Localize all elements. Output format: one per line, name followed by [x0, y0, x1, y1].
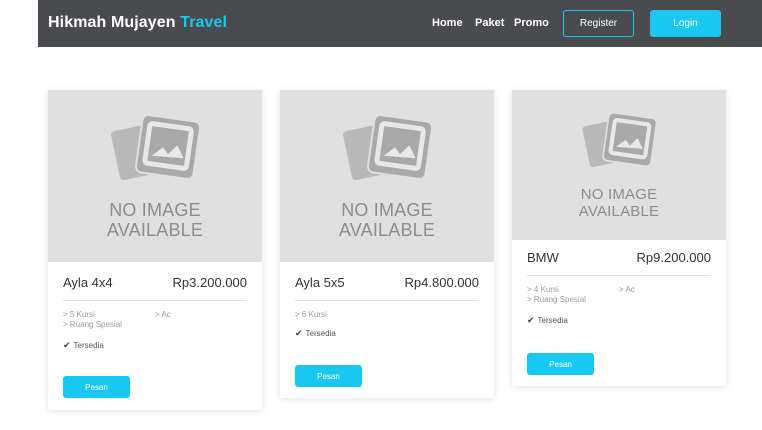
availability-status: ✔ Tersedia	[527, 315, 711, 326]
no-image-line2: AVAILABLE	[106, 220, 204, 240]
no-image-placeholder: NO IMAGE AVAILABLE	[512, 90, 726, 240]
feature-item: > 6 Kursi	[295, 310, 327, 319]
card-body: Ayla 4x4 Rp3.200.000 > 5 Kursi > Ruang S…	[63, 275, 247, 351]
car-price: Rp4.800.000	[404, 275, 479, 290]
pesan-button[interactable]: Pesan	[527, 353, 594, 375]
no-image-placeholder: NO IMAGE AVAILABLE	[280, 90, 494, 262]
brand-name: Hikmah Mujayen	[48, 14, 176, 31]
status-label: Tersedia	[305, 329, 336, 338]
availability-status: ✔ Tersedia	[63, 340, 247, 351]
divider	[295, 300, 479, 301]
no-image-line1: NO IMAGE	[109, 200, 201, 220]
login-button[interactable]: Login	[650, 10, 721, 37]
pesan-button[interactable]: Pesan	[295, 365, 362, 387]
photo-placeholder-icon	[343, 114, 433, 181]
car-name: BMW	[527, 250, 559, 265]
photo-placeholder-icon	[582, 112, 658, 168]
car-price: Rp3.200.000	[172, 275, 247, 290]
car-card-ayla-4x4: NO IMAGE AVAILABLE Ayla 4x4 Rp3.200.000 …	[48, 90, 262, 410]
brand-logo[interactable]: Hikmah Mujayen Travel	[48, 14, 227, 32]
check-icon: ✔	[295, 328, 303, 338]
status-label: Tersedia	[537, 316, 568, 325]
photo-placeholder-icon	[111, 114, 201, 181]
no-image-line2: AVAILABLE	[338, 220, 436, 240]
brand-accent: Travel	[180, 14, 228, 31]
no-image-line1: NO IMAGE	[580, 186, 658, 203]
features-list: > 5 Kursi > Ruang Spesial > Ac	[63, 310, 247, 336]
feature-item: > Ac	[155, 310, 171, 319]
car-name: Ayla 5x5	[295, 275, 345, 290]
car-name: Ayla 4x4	[63, 275, 113, 290]
card-body: Ayla 5x5 Rp4.800.000 > 6 Kursi ✔ Tersedi…	[295, 275, 479, 339]
feature-item: > 5 Kursi	[63, 310, 95, 319]
availability-status: ✔ Tersedia	[295, 328, 479, 339]
car-price: Rp9.200.000	[636, 250, 711, 265]
car-card-ayla-5x5: NO IMAGE AVAILABLE Ayla 5x5 Rp4.800.000 …	[280, 90, 494, 398]
nav-promo-link[interactable]: Promo	[514, 17, 549, 29]
features-list: > 6 Kursi	[295, 310, 479, 324]
nav-paket-link[interactable]: Paket	[475, 17, 504, 29]
check-icon: ✔	[527, 315, 535, 325]
no-image-placeholder: NO IMAGE AVAILABLE	[48, 90, 262, 262]
divider	[527, 275, 711, 276]
car-card-bmw: NO IMAGE AVAILABLE BMW Rp9.200.000 > 4 K…	[512, 90, 726, 386]
nav-home-link[interactable]: Home	[432, 17, 463, 29]
feature-item: > Ac	[619, 285, 635, 294]
pesan-button[interactable]: Pesan	[63, 376, 130, 398]
no-image-line2: AVAILABLE	[578, 203, 660, 220]
feature-item: > Ruang Spesial	[527, 295, 586, 304]
divider	[63, 300, 247, 301]
register-button[interactable]: Register	[563, 10, 634, 37]
no-image-line1: NO IMAGE	[341, 200, 433, 220]
feature-item: > 4 Kursi	[527, 285, 559, 294]
status-label: Tersedia	[73, 341, 104, 350]
feature-item: > Ruang Spesial	[63, 320, 122, 329]
check-icon: ✔	[63, 340, 71, 350]
features-list: > 4 Kursi > Ruang Spesial > Ac	[527, 285, 711, 311]
top-navbar: Hikmah Mujayen Travel Home Paket Promo R…	[38, 0, 762, 47]
card-body: BMW Rp9.200.000 > 4 Kursi > Ruang Spesia…	[527, 250, 711, 326]
